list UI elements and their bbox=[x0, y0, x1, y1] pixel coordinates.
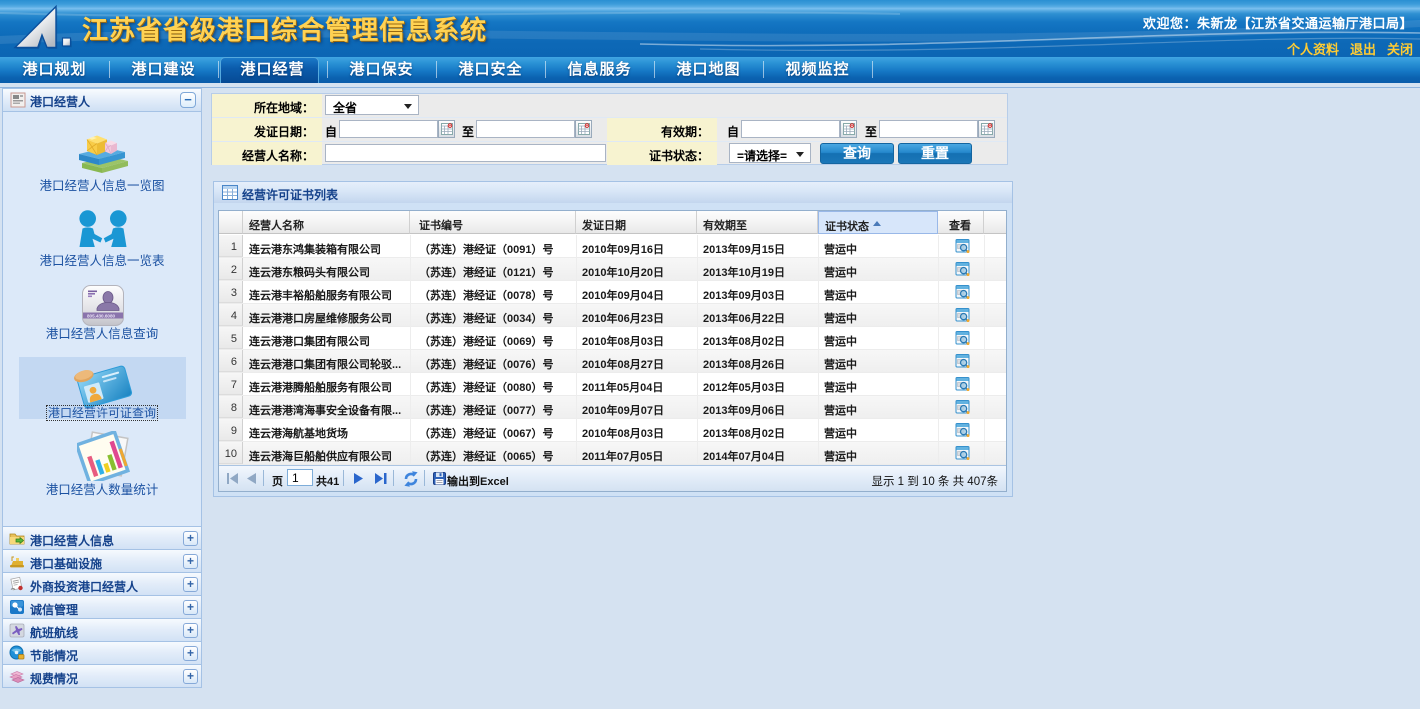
svg-text:805.430.6080: 805.430.6080 bbox=[87, 313, 116, 318]
